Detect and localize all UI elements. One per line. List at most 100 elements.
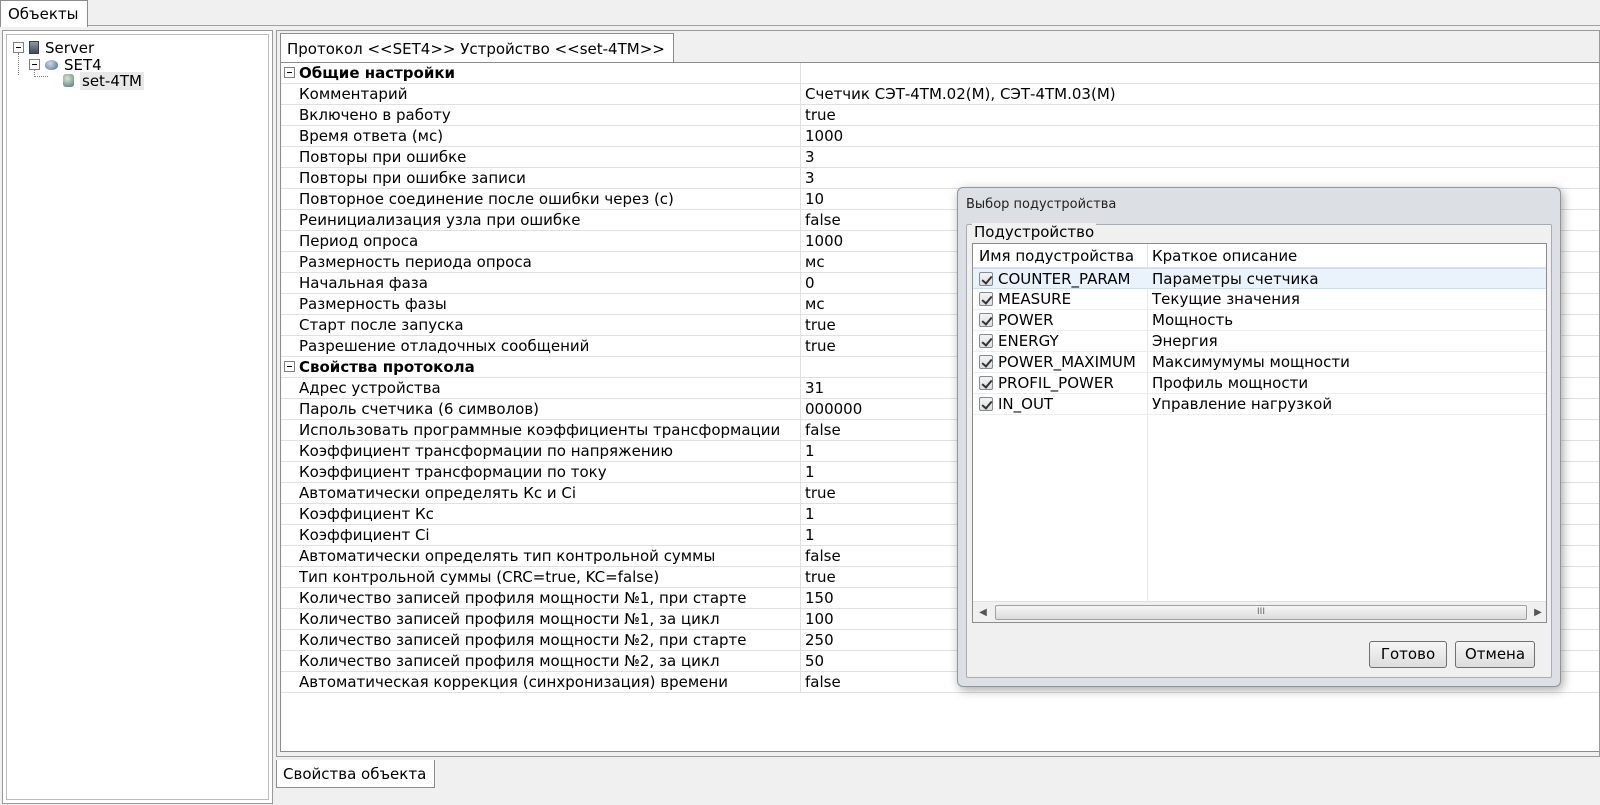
property-name: Комментарий xyxy=(299,85,408,103)
collapse-icon[interactable] xyxy=(29,59,40,70)
property-value[interactable]: мс xyxy=(805,295,825,313)
property-row[interactable]: Включено в работу true xyxy=(281,105,1599,126)
checkbox[interactable] xyxy=(979,334,993,348)
collapse-icon[interactable] xyxy=(284,67,295,78)
column-divider xyxy=(800,378,801,399)
subdevice-description: Энергия xyxy=(1152,332,1218,350)
property-value[interactable]: 10 xyxy=(805,190,824,208)
property-value[interactable]: true xyxy=(805,484,836,502)
property-value[interactable]: false xyxy=(805,673,841,691)
property-name: Размерность фазы xyxy=(299,295,447,313)
property-value[interactable]: false xyxy=(805,547,841,565)
protocol-icon xyxy=(45,59,58,70)
property-name: Автоматически определять тип контрольной… xyxy=(299,547,716,565)
property-value[interactable]: true xyxy=(805,316,836,334)
column-divider xyxy=(800,462,801,483)
checkbox[interactable] xyxy=(979,355,993,369)
checkbox[interactable] xyxy=(979,292,993,306)
property-value[interactable]: false xyxy=(805,211,841,229)
list-item[interactable]: MEASURE Текущие значения xyxy=(973,289,1546,310)
property-name: Повторы при ошибке записи xyxy=(299,169,526,187)
subdevice-description: Максимумумы мощности xyxy=(1152,353,1350,371)
column-divider xyxy=(800,483,801,504)
property-value[interactable]: true xyxy=(805,106,836,124)
column-divider xyxy=(800,231,801,252)
checkbox[interactable] xyxy=(979,397,993,411)
list-item[interactable]: ENERGY Энергия xyxy=(973,331,1546,352)
list-item[interactable]: IN_OUT Управление нагрузкой xyxy=(973,394,1546,415)
column-divider xyxy=(800,546,801,567)
column-divider xyxy=(800,252,801,273)
property-row[interactable]: Время ответа (мс) 1000 xyxy=(281,126,1599,147)
collapse-icon[interactable] xyxy=(13,42,24,53)
property-name: Размерность периода опроса xyxy=(299,253,532,271)
property-value[interactable]: 3 xyxy=(805,169,815,187)
property-value[interactable]: 250 xyxy=(805,631,834,649)
scroll-thumb[interactable]: III xyxy=(995,605,1527,620)
property-value[interactable]: true xyxy=(805,337,836,355)
property-row[interactable]: Повторы при ошибке записи 3 xyxy=(281,168,1599,189)
column-header-name[interactable]: Имя подустройства xyxy=(979,247,1134,265)
property-value[interactable]: 1 xyxy=(805,505,815,523)
property-value[interactable]: 31 xyxy=(805,379,824,397)
property-value[interactable]: 3 xyxy=(805,148,815,166)
tree-line xyxy=(18,53,19,75)
property-value[interactable]: 1 xyxy=(805,526,815,544)
tab-object-properties[interactable]: Свойства объекта xyxy=(276,760,436,788)
property-value[interactable]: 50 xyxy=(805,652,824,670)
horizontal-scrollbar[interactable]: ◀ III ▶ xyxy=(973,601,1546,622)
property-name: Реинициализация узла при ошибке xyxy=(299,211,581,229)
checkbox[interactable] xyxy=(979,313,993,327)
property-value[interactable]: true xyxy=(805,568,836,586)
property-value[interactable]: 000000 xyxy=(805,400,862,418)
scroll-right-icon[interactable]: ▶ xyxy=(1528,602,1546,622)
category-general[interactable]: Общие настройки xyxy=(281,63,1599,84)
property-name: Коэффициент Ci xyxy=(299,526,430,544)
property-value[interactable]: false xyxy=(805,421,841,439)
property-value[interactable]: 1 xyxy=(805,463,815,481)
property-value[interactable]: 150 xyxy=(805,589,834,607)
column-divider xyxy=(800,357,801,378)
property-value[interactable]: 0 xyxy=(805,274,815,292)
property-name: Автоматическая коррекция (синхронизация)… xyxy=(299,673,728,691)
list-item[interactable]: PROFIL_POWER Профиль мощности xyxy=(973,373,1546,394)
subdevice-group: Подустройство Имя подустройства Краткое … xyxy=(966,223,1552,678)
cancel-button[interactable]: Отмена xyxy=(1455,641,1535,668)
property-row[interactable]: Комментарий Счетчик СЭТ-4ТМ.02(М), СЭТ-4Т… xyxy=(281,84,1599,105)
property-value[interactable]: Счетчик СЭТ-4ТМ.02(М), СЭТ-4ТМ.03(М) xyxy=(805,85,1116,103)
tree-line xyxy=(34,76,48,77)
property-value[interactable]: 1 xyxy=(805,442,815,460)
property-value[interactable]: 1000 xyxy=(805,232,843,250)
list-item[interactable]: POWER_MAXIMUM Максимумумы мощности xyxy=(973,352,1546,373)
property-name: Количество записей профиля мощности №1, … xyxy=(299,610,720,628)
subdevice-description: Мощность xyxy=(1152,311,1234,329)
checkbox[interactable] xyxy=(979,272,993,286)
subdevice-name: POWER xyxy=(998,311,1054,329)
tree-node-set4[interactable]: SET4 xyxy=(29,56,102,74)
tab-protocol-device[interactable]: Протокол <<SET4>> Устройство <<set-4TM>> xyxy=(280,33,674,62)
property-value[interactable]: мс xyxy=(805,253,825,271)
scroll-left-icon[interactable]: ◀ xyxy=(973,602,993,622)
collapse-icon[interactable] xyxy=(284,361,295,372)
column-divider xyxy=(800,105,801,126)
tree-node-server[interactable]: Server xyxy=(13,39,94,57)
checkbox[interactable] xyxy=(979,376,993,390)
ok-button[interactable]: Готово xyxy=(1369,641,1447,668)
column-divider[interactable] xyxy=(1147,244,1148,268)
column-divider xyxy=(800,420,801,441)
tree-node-set-4tm[interactable]: set-4TM xyxy=(63,71,144,90)
list-header: Имя подустройства Краткое описание xyxy=(973,244,1546,268)
list-item[interactable]: POWER Мощность xyxy=(973,310,1546,331)
tab-objects[interactable]: Объекты xyxy=(0,0,88,27)
subdevice-name: MEASURE xyxy=(998,290,1072,308)
column-divider xyxy=(800,315,801,336)
column-divider xyxy=(800,168,801,189)
column-header-desc[interactable]: Краткое описание xyxy=(1152,247,1297,265)
property-row[interactable]: Повторы при ошибке 3 xyxy=(281,147,1599,168)
property-value[interactable]: 100 xyxy=(805,610,834,628)
dialog-title: Выбор подустройства xyxy=(966,197,1117,212)
property-value[interactable]: 1000 xyxy=(805,127,843,145)
property-name: Использовать программные коэффициенты тр… xyxy=(299,421,781,439)
property-name: Количество записей профиля мощности №2, … xyxy=(299,652,720,670)
list-item[interactable]: COUNTER_PARAM Параметры счетчика xyxy=(973,268,1546,289)
